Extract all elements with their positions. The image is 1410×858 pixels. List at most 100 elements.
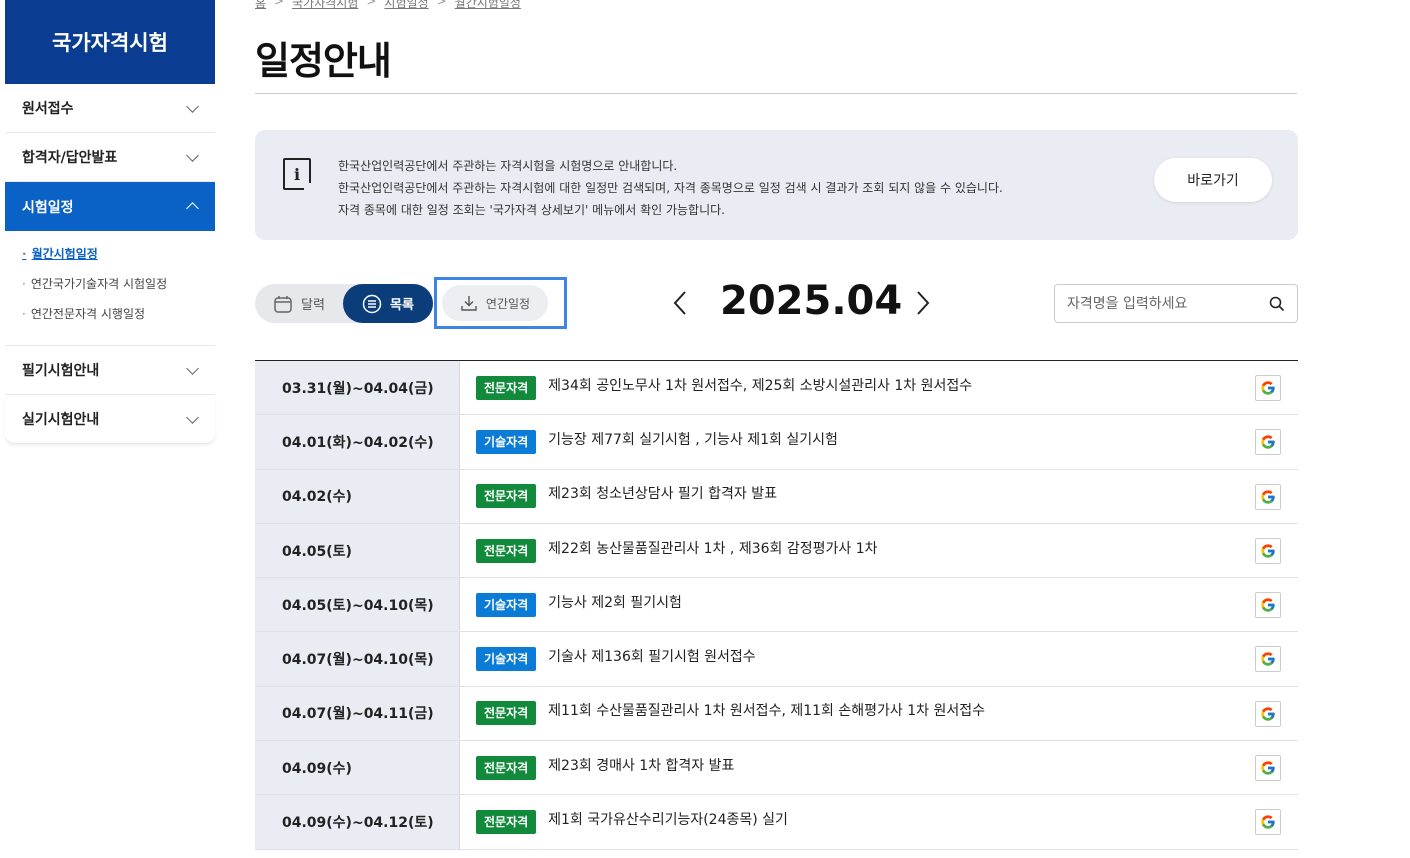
row-date: 04.09(수) [255,741,460,795]
row-title[interactable]: 제11회 수산물품질관리사 1차 원서접수, 제11회 손해평가사 1차 원서접… [548,700,985,720]
row-title[interactable]: 기술사 제136회 필기시험 원서접수 [548,646,756,666]
submenu-monthly[interactable]: 월간시험일정 [22,243,215,273]
search-input[interactable] [1067,293,1257,315]
google-icon [1261,652,1275,667]
google-icon [1261,598,1275,612]
sidebar-item-label: 원서접수 [22,101,74,117]
breadcrumb-separator: > [366,0,377,8]
page-title: 일정안내 [255,39,392,83]
google-calendar-button[interactable] [1255,755,1281,782]
chevron-down-icon [186,410,199,424]
row-title[interactable]: 제23회 경매사 1차 합격자 발표 [548,755,734,775]
google-calendar-button[interactable] [1255,375,1281,401]
sidebar-submenu: 월간시험일정 연간국가기술자격 시험일정 연간전문자격 시행일정 [5,231,215,346]
row-content: 전문자격 제34회 공인노무사 1차 원서접수, 제25회 소방시설관리사 1차… [460,361,1298,414]
category-badge: 전문자격 [476,810,537,835]
row-date: 04.09(수)~04.12(토) [255,795,460,849]
info-box: i 한국산업인력공단에서 주관하는 자격시험을 시험명으로 안내합니다. 한국산… [255,130,1298,240]
annual-schedule-download-button[interactable]: 연간일정 [442,285,548,321]
google-icon [1261,435,1275,449]
info-line: 한국산업인력공단에서 주관하는 자격시험에 대한 일정만 검색되며, 자격 종목… [338,181,1003,195]
chevron-down-icon [186,99,199,113]
table-row: 04.02(수) 전문자격 제23회 청소년상담사 필기 합격자 발표 [255,469,1298,524]
google-icon [1261,707,1275,721]
breadcrumb-home[interactable]: 홈 [255,0,266,11]
google-calendar-button[interactable] [1255,537,1281,564]
google-calendar-button[interactable] [1255,809,1281,836]
sidebar-item-label: 실기시험안내 [22,412,100,428]
list-view-button[interactable]: 목록 [343,284,433,323]
google-icon [1261,815,1275,830]
sidebar-item-schedule[interactable]: 시험일정 [5,182,215,231]
view-toggle: 달력 목록 [255,284,433,323]
current-month: 2025.04 [720,278,903,324]
category-badge: 기술자격 [476,592,537,617]
row-content: 전문자격 제11회 수산물품질관리사 1차 원서접수, 제11회 손해평가사 1… [460,687,1298,740]
row-content: 전문자격 제23회 청소년상담사 필기 합격자 발표 [460,470,1298,523]
table-row: 04.09(수) 전문자격 제23회 경매사 1차 합격자 발표 [255,741,1298,796]
next-month-button[interactable] [910,290,936,316]
row-date: 04.02(수) [255,469,460,523]
row-title[interactable]: 기능사 제2회 필기시험 [548,592,682,612]
breadcrumb-national-exam[interactable]: 국가자격시험 [292,0,358,11]
chevron-down-icon [186,361,199,375]
google-icon [1261,489,1275,504]
row-title[interactable]: 제1회 국가유산수리기능자(24종목) 실기 [548,809,788,829]
sidebar-item-application[interactable]: 원서접수 [5,84,215,133]
table-row: 04.07(월)~04.10(목) 기술자격 기술사 제136회 필기시험 원서… [255,632,1298,687]
category-badge: 전문자격 [476,375,537,400]
google-calendar-button[interactable] [1255,592,1281,619]
info-line: 자격 종목에 대한 일정 조회는 '국가자격 상세보기' 메뉴에서 확인 가능합… [338,203,725,217]
google-calendar-button[interactable] [1255,483,1281,510]
search-icon[interactable] [1269,296,1285,312]
google-icon [1261,761,1275,775]
sidebar-title[interactable]: 국가자격시험 [5,0,215,84]
category-badge: 전문자격 [476,701,537,726]
google-calendar-button[interactable] [1255,700,1281,727]
row-content: 기술자격 기술사 제136회 필기시험 원서접수 [460,632,1298,685]
annual-schedule-label: 연간일정 [485,296,531,311]
row-title[interactable]: 기능장 제77회 실기시험 , 기능사 제1회 실기시험 [548,429,838,449]
sidebar-item-label: 필기시험안내 [22,363,100,379]
breadcrumb-separator: > [274,0,285,8]
row-content: 기술자격 기능장 제77회 실기시험 , 기능사 제1회 실기시험 [460,415,1298,468]
row-date: 04.07(월)~04.11(금) [255,686,460,741]
row-title[interactable]: 제22회 농산물품질관리사 1차 , 제36회 감정평가사 1차 [548,538,877,558]
submenu-annual-professional[interactable]: 연간전문자격 시행일정 [22,303,215,333]
sidebar-item-practical-exam[interactable]: 실기시험안내 [5,395,215,444]
breadcrumb-monthly[interactable]: 월간시험일정 [455,0,521,11]
breadcrumb-schedule[interactable]: 시험일정 [384,0,428,11]
row-date: 03.31(월)~04.04(금) [255,361,460,415]
category-badge: 전문자격 [476,538,537,563]
google-calendar-button[interactable] [1255,646,1281,673]
google-calendar-button[interactable] [1255,429,1281,456]
info-line: 한국산업인력공단에서 주관하는 자격시험을 시험명으로 안내합니다. [338,159,678,173]
sidebar-item-results[interactable]: 합격자/답안발표 [5,133,215,182]
info-icon: i [283,158,311,190]
table-row: 04.07(월)~04.11(금) 전문자격 제11회 수산물품질관리사 1차 … [255,686,1298,742]
annual-schedule-highlight: 연간일정 [434,277,567,329]
chevron-left-icon [673,291,686,315]
sidebar: 국가자격시험 원서접수 합격자/답안발표 시험일정 월간시험일정 연간국가기술자… [5,0,215,444]
download-icon [461,296,477,311]
shortcut-button[interactable]: 바로가기 [1154,158,1272,202]
row-content: 전문자격 제1회 국가유산수리기능자(24종목) 실기 [460,795,1298,848]
calendar-view-button[interactable]: 달력 [273,284,325,323]
sidebar-item-written-exam[interactable]: 필기시험안내 [5,346,215,395]
row-title[interactable]: 제34회 공인노무사 1차 원서접수, 제25회 소방시설관리사 1차 원서접수 [548,375,972,395]
row-date: 04.05(토)~04.10(목) [255,578,460,632]
category-badge: 전문자격 [476,755,537,780]
google-icon [1261,544,1275,558]
calendar-view-label: 달력 [301,298,325,313]
row-content: 기술자격 기능사 제2회 필기시험 [460,578,1298,631]
submenu-annual-technical[interactable]: 연간국가기술자격 시험일정 [22,273,215,303]
chevron-down-icon [186,148,199,162]
table-row: 04.05(토) 전문자격 제22회 농산물품질관리사 1차 , 제36회 감정… [255,523,1298,579]
chevron-up-icon [186,202,199,215]
breadcrumb-separator: > [436,0,447,8]
chevron-right-icon [917,291,930,315]
info-text: 한국산업인력공단에서 주관하는 자격시험을 시험명으로 안내합니다. 한국산업인… [338,155,1003,221]
prev-month-button[interactable] [667,290,693,316]
table-row: 04.05(토)~04.10(목) 기술자격 기능사 제2회 필기시험 [255,578,1298,633]
row-title[interactable]: 제23회 청소년상담사 필기 합격자 발표 [548,483,777,503]
